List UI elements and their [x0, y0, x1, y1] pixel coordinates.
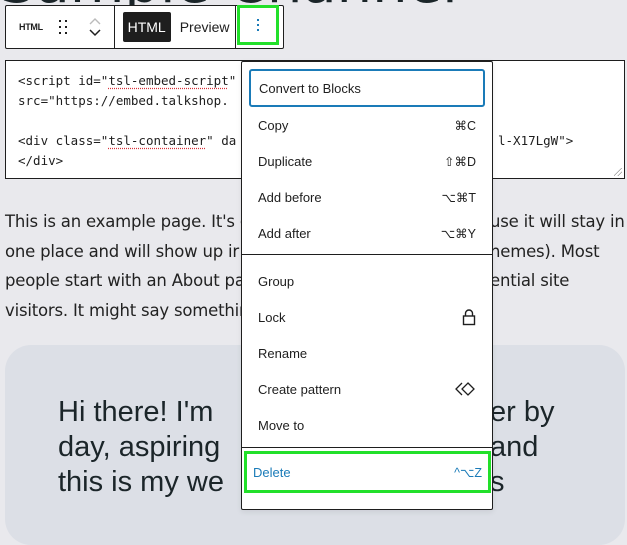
paragraph-text: use it will stay in [490, 212, 625, 231]
menu-item-label: Add after [258, 225, 311, 241]
block-type-html-icon[interactable]: HTML [19, 22, 43, 32]
menu-item-move-to[interactable]: Move to [249, 407, 485, 443]
menu-item-label: Rename [258, 345, 308, 361]
mode-switch-group: HTML Preview [115, 6, 237, 48]
more-options-button[interactable] [237, 5, 280, 45]
menu-item-add-before[interactable]: Add before ⌥⌘T [249, 179, 485, 215]
code-line-1: <script id="tsl-embed-script" [18, 73, 236, 88]
block-options-menu: Convert to Blocks Copy ⌘C Duplicate ⇧⌘D Ad… [241, 61, 493, 510]
menu-item-shortcut: ⌘C [454, 118, 476, 133]
menu-item-label: Create pattern [258, 381, 342, 397]
code-line-5: </div> [18, 153, 64, 168]
paragraph-text: hemes). Most [490, 241, 600, 261]
paragraph-text: one place and will show up ir [5, 241, 239, 261]
menu-item-rename[interactable]: Rename [249, 335, 485, 371]
paragraph-text: people start with an About pa [5, 271, 245, 290]
block-movers [89, 17, 101, 37]
menu-item-lock[interactable]: Lock [249, 299, 485, 335]
menu-item-group[interactable]: Group [249, 263, 485, 299]
menu-item-label: Copy [258, 117, 289, 133]
card-text: er by [490, 396, 555, 428]
menu-item-delete[interactable]: Delete ^⌥Z [244, 451, 491, 493]
lock-icon [462, 308, 476, 325]
menu-item-shortcut: ⌥⌘Y [440, 226, 476, 241]
code-text: tsl-embed-script [108, 73, 229, 88]
options-group [236, 5, 283, 48]
pattern-icon [455, 382, 475, 396]
menu-item-duplicate[interactable]: Duplicate ⇧⌘D [249, 143, 485, 179]
paragraph-text: This is an example page. It's c [5, 212, 249, 231]
card-text: this is my we [58, 466, 224, 498]
menu-item-convert-to-blocks[interactable]: Convert to Blocks [249, 69, 485, 107]
block-controls-group: HTML [6, 6, 115, 48]
code-line-4-tail: l-X17LgW"> [498, 133, 574, 148]
code-line-4: <div class="tsl-container" da [18, 133, 236, 148]
menu-item-label: Convert to Blocks [259, 80, 361, 96]
code-text: " da [206, 133, 237, 148]
menu-item-shortcut: ^⌥Z [454, 465, 482, 480]
resize-handle[interactable] [614, 168, 622, 176]
preview-mode-button[interactable]: Preview [175, 12, 235, 42]
html-mode-button[interactable]: HTML [122, 12, 171, 42]
menu-item-label: Add before [258, 189, 322, 205]
menu-item-label: Move to [258, 417, 305, 433]
code-line-2: src="https://embed.talkshop. [18, 93, 229, 108]
chevron-up-icon[interactable] [89, 17, 101, 25]
paragraph-text: ential site [490, 271, 570, 290]
card-text: and [490, 431, 539, 463]
paragraph-text: visitors. It might say somethin [5, 300, 250, 320]
menu-item-label: Duplicate [258, 153, 313, 169]
menu-section-danger: Delete ^⌥Z [242, 448, 492, 495]
code-text: <div class=" [18, 133, 109, 148]
menu-item-label: Lock [258, 309, 286, 325]
menu-item-label: Delete [253, 464, 291, 480]
chevron-down-icon[interactable] [89, 29, 101, 37]
menu-section-actions: Convert to Blocks Copy ⌘C Duplicate ⇧⌘D Ad… [242, 62, 492, 255]
code-text: tsl-container [108, 133, 207, 148]
code-text: <script id=" [18, 73, 109, 88]
block-toolbar: HTML HTML Preview [5, 5, 284, 49]
code-text: " [228, 73, 237, 88]
menu-item-label: Group [258, 273, 295, 289]
menu-item-add-after[interactable]: Add after ⌥⌘Y [249, 215, 485, 251]
menu-item-shortcut: ⌥⌘T [441, 190, 476, 205]
menu-section-tools: Group Lock Rename Create pattern Move to [242, 255, 492, 448]
menu-item-shortcut: ⇧⌘D [443, 154, 476, 169]
menu-item-create-pattern[interactable]: Create pattern [249, 371, 485, 407]
drag-handle-icon[interactable] [58, 20, 69, 34]
kebab-vertical-icon [257, 19, 260, 31]
card-text: day, aspiring [58, 431, 221, 463]
menu-item-copy[interactable]: Copy ⌘C [249, 107, 485, 143]
card-text: Hi there! I'm [58, 396, 214, 428]
